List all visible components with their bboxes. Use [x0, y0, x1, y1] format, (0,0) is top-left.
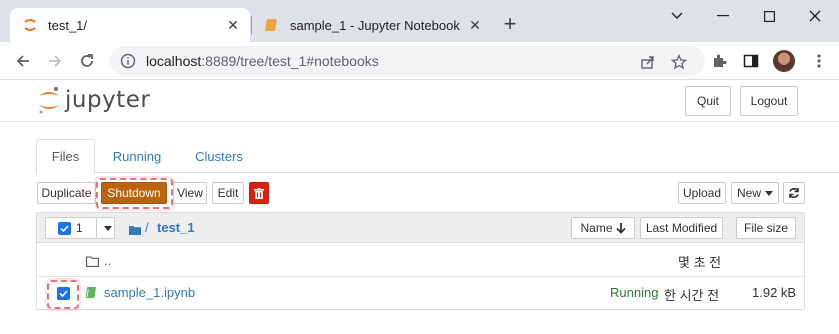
extensions-icon[interactable]	[706, 48, 732, 74]
new-label: New	[736, 186, 761, 200]
sort-file-size-button[interactable]: File size	[736, 217, 796, 239]
notebook-favicon-icon	[264, 17, 280, 33]
browser-tab-sample1[interactable]: sample_1 - Jupyter Notebook ✕	[252, 8, 492, 42]
notebook-icon	[85, 287, 97, 302]
logout-button[interactable]: Logout	[740, 86, 798, 116]
tab-files[interactable]: Files	[36, 139, 95, 174]
view-button[interactable]: View	[173, 182, 207, 204]
forward-arrow-icon[interactable]	[42, 48, 68, 74]
sort-name-label: Name	[580, 221, 613, 235]
list-item-notebook[interactable]: sample_1.ipynb Running 한 시간 전 1.92 kB	[37, 277, 804, 310]
close-window-icon[interactable]	[792, 0, 838, 32]
star-icon[interactable]	[670, 53, 688, 71]
address-bar[interactable]: localhost:8889/tree/test_1#notebooks	[110, 46, 705, 76]
folder-outline-icon	[86, 255, 99, 270]
jupyter-logo[interactable]: jupyter	[37, 84, 150, 116]
breadcrumb-folder[interactable]: test_1	[157, 220, 195, 235]
notebook-tabs: Files Running Clusters	[36, 139, 839, 174]
select-all-checkbox[interactable]	[58, 221, 71, 235]
arrow-down-icon	[615, 222, 626, 234]
last-modified: 몇 초 전	[678, 255, 722, 270]
duplicate-button[interactable]: Duplicate	[37, 182, 96, 204]
caret-down-icon	[104, 225, 112, 231]
delete-button[interactable]	[249, 182, 269, 204]
jupyter-logo-icon	[39, 87, 59, 114]
share-icon[interactable]	[639, 53, 657, 71]
last-modified: 한 시간 전	[664, 288, 720, 303]
maximize-icon[interactable]	[746, 0, 792, 32]
tab-clusters[interactable]: Clusters	[186, 139, 252, 173]
jupyter-header: jupyter Quit Logout	[0, 80, 839, 122]
notebook-link[interactable]: sample_1.ipynb	[104, 285, 195, 300]
url-host: localhost	[146, 53, 202, 69]
close-tab-icon[interactable]: ✕	[466, 16, 484, 34]
browser-tab-title: test_1/	[48, 17, 88, 33]
divider	[96, 218, 97, 238]
side-panel-icon[interactable]	[738, 48, 764, 74]
sort-name-button[interactable]: Name	[571, 217, 635, 239]
running-status: Running	[610, 285, 659, 300]
list-item-parent[interactable]: .. 몇 초 전	[37, 244, 804, 277]
file-list-header: 1 / test_1 Name Last Modified File size	[37, 213, 804, 243]
file-list: 1 / test_1 Name Last Modified File size …	[36, 212, 805, 310]
trash-icon	[254, 187, 264, 199]
parent-link[interactable]: ..	[104, 253, 111, 268]
url-text: localhost:8889/tree/test_1#notebooks	[146, 53, 379, 69]
minimize-icon[interactable]	[700, 0, 746, 32]
browser-tabstrip: test_1/ ✕ sample_1 - Jupyter Notebook ✕ …	[0, 0, 839, 42]
quit-button[interactable]: Quit	[685, 86, 731, 116]
row-checkbox[interactable]	[57, 287, 70, 300]
file-size: 1.92 kB	[752, 285, 797, 300]
browser-toolbar: localhost:8889/tree/test_1#notebooks	[0, 42, 839, 80]
close-tab-icon[interactable]: ✕	[224, 16, 242, 34]
reload-icon[interactable]	[74, 48, 100, 74]
upload-button[interactable]: Upload	[678, 182, 726, 204]
caret-down-icon	[765, 190, 773, 196]
jupyter-favicon-icon	[22, 17, 38, 33]
browser-tab-title: sample_1 - Jupyter Notebook	[290, 17, 460, 33]
sort-last-modified-button[interactable]: Last Modified	[640, 217, 723, 239]
edit-button[interactable]: Edit	[212, 182, 244, 204]
new-tab-icon[interactable]: +	[498, 13, 522, 37]
refresh-icon	[789, 188, 799, 198]
back-arrow-icon[interactable]	[10, 48, 36, 74]
select-all-dropdown[interactable]: 1	[45, 217, 115, 239]
menu-dots-icon[interactable]	[806, 48, 832, 74]
info-icon[interactable]	[120, 53, 136, 69]
jupyter-wordmark: jupyter	[65, 87, 151, 113]
shutdown-button[interactable]: Shutdown	[101, 182, 167, 204]
chevron-down-icon[interactable]	[654, 0, 700, 32]
breadcrumb-separator: /	[145, 220, 149, 235]
refresh-button[interactable]	[783, 182, 805, 204]
browser-tab-test1[interactable]: test_1/ ✕	[10, 8, 250, 42]
url-path: :8889/tree/test_1#notebooks	[201, 53, 379, 69]
profile-avatar[interactable]	[773, 50, 795, 72]
new-dropdown-button[interactable]: New	[731, 182, 779, 204]
tab-running[interactable]: Running	[106, 139, 168, 173]
folder-icon[interactable]	[129, 222, 141, 240]
selected-count: 1	[76, 221, 83, 235]
